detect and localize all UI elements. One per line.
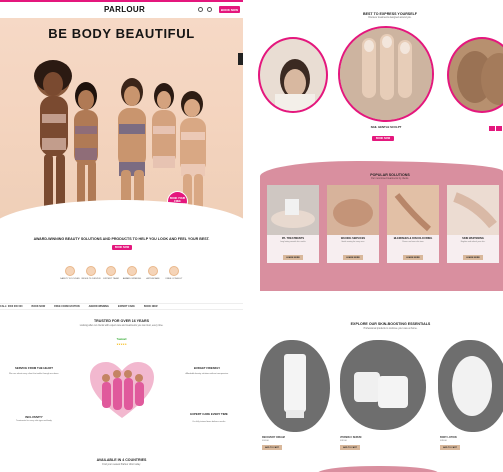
learn-more-button[interactable]: LEARN MORE: [343, 255, 363, 260]
product-image[interactable]: [340, 340, 426, 430]
site-header: PARLOUR BOOK NOW: [0, 2, 243, 18]
consult-icon: [169, 266, 179, 276]
solution-desc: Long lasting smooth skin results.: [279, 241, 307, 243]
safety-icon: [65, 266, 75, 276]
solution-desc: Clearer and even skin tone.: [402, 241, 424, 243]
ticker-item: FREE CONSULTATION: [54, 305, 80, 308]
book-now-button[interactable]: BOOK NOW: [219, 6, 240, 13]
carousel-prev-icon[interactable]: [489, 126, 495, 131]
feature-desc: Our fully trained team delivers results.: [192, 421, 226, 423]
product-name: RECOVERY CREAM: [262, 436, 285, 439]
icon-label: EXPERT TEAM: [103, 278, 119, 280]
solution-card[interactable]: IPL TREATMENTS Long lasting smooth skin …: [267, 185, 319, 263]
ipl-image: [267, 185, 319, 235]
solution-card[interactable]: SKIN WHITENING Brighten and refresh your…: [447, 185, 499, 263]
feature-title: BUDGET FRIENDLY: [193, 366, 221, 370]
waxing-image: [327, 185, 379, 235]
tagline-book-button[interactable]: BOOK NOW: [112, 245, 132, 250]
feature-title: SERVICE FROM THE HEART: [14, 366, 54, 370]
product-name: BODY LOTION: [440, 436, 457, 439]
ticker-item: CALL: 0000 000 000: [0, 305, 23, 308]
carousel-next-icon[interactable]: [496, 126, 502, 131]
feature-desc: We care about every client that walks th…: [9, 373, 59, 375]
available-subtitle: Find your nearest Parlour clinic today.: [102, 464, 141, 466]
feature-title: INCLUSIVITY: [25, 415, 43, 419]
care-icon: [148, 266, 158, 276]
team-heart-image: [90, 362, 154, 418]
results-icon: [86, 266, 96, 276]
hero-image: [34, 60, 206, 218]
hero-banner: BE BODY BEAUTIFUL BOOK YOUR FREE: [0, 18, 243, 220]
body-image-circle: [447, 37, 503, 113]
side-tab[interactable]: [238, 53, 243, 65]
award-icon: [127, 266, 137, 276]
page: PARLOUR BOOK NOW BE BODY BEAUTIFUL BOOK …: [0, 0, 503, 472]
icon-label: RESULTS DRIVEN: [81, 278, 101, 280]
solution-card[interactable]: WAXING SERVICES Gentle waxing for every …: [327, 185, 379, 263]
ticker-item: BOOK NOW: [143, 305, 158, 308]
ticker-item: AWARD WINNING: [88, 305, 109, 308]
expert-icon: [106, 266, 116, 276]
rating-provider: Treatwell: [116, 339, 127, 341]
solution-card[interactable]: BLEMISHES & DISCOLOURING Clearer and eve…: [387, 185, 439, 263]
tagline: AWARD-WINNING BEAUTY SOLUTIONS AND PRODU…: [33, 237, 210, 241]
blemish-image: [387, 185, 439, 235]
best-book-button[interactable]: BOOK NOW: [372, 136, 394, 141]
popular-title: POPULAR SOLUTIONS: [370, 173, 410, 177]
popular-subtitle: Our most loved treatments by clients.: [371, 178, 409, 180]
product-image[interactable]: [438, 340, 503, 432]
best-subtitle: Discover treatments designed around you.: [368, 17, 412, 19]
product-name: VITAMIN C SERUM: [340, 436, 362, 439]
essentials-subtitle: Professional products to continue your c…: [363, 328, 418, 330]
search-icon[interactable]: [198, 7, 203, 12]
product-image[interactable]: [260, 340, 330, 432]
nail-image-circle: [338, 26, 434, 122]
ticker-item: BOOK NOW: [31, 305, 46, 308]
trusted-subtitle: Looking after our clients with expert ca…: [79, 325, 164, 327]
feature-title: EXPERT CARE EVERY TIME: [190, 412, 228, 416]
learn-more-button[interactable]: LEARN MORE: [463, 255, 483, 260]
solution-desc: Brighten and refresh your skin.: [460, 241, 486, 243]
solution-title: WAXING SERVICES: [340, 237, 366, 240]
icon-label: AWARD WINNING: [122, 278, 142, 280]
icon-label: FREE CONSULT: [165, 278, 183, 280]
learn-more-button[interactable]: LEARN MORE: [403, 255, 423, 260]
product-price: £32.00: [340, 440, 347, 442]
essentials-title: EXPLORE OUR SKIN-BOOSTING ESSENTIALS: [350, 322, 431, 326]
trusted-title: TRUSTED FOR OVER 16 YEARS: [93, 319, 150, 323]
product-price: £28.00: [440, 440, 447, 442]
icon-label: SAFETY FOCUSED: [60, 278, 80, 280]
learn-more-button[interactable]: LEARN MORE: [283, 255, 303, 260]
available-title: AVAILABLE IN 4 COUNTRIES: [96, 458, 147, 462]
product-price: £24.00: [262, 440, 269, 442]
footer-wave: [318, 466, 438, 472]
logo[interactable]: PARLOUR: [104, 5, 145, 14]
icon-label: AFTERCARE: [146, 278, 160, 280]
solution-desc: Gentle waxing for every area.: [341, 241, 365, 243]
whitening-image: [447, 185, 499, 235]
solution-title: IPL TREATMENTS: [281, 237, 305, 240]
add-to-cart-button[interactable]: ADD TO CART: [340, 445, 360, 450]
solution-title: SKIN WHITENING: [462, 237, 484, 240]
best-item-title: NAIL GENTLE SCULPT: [370, 125, 402, 129]
rating-stars: ★★★★★: [116, 344, 127, 346]
add-to-cart-button[interactable]: ADD TO CART: [262, 445, 282, 450]
feature-desc: Affordable beauty solutions without comp…: [185, 373, 229, 375]
scrolling-ticker: CALL: 0000 000 000 BOOK NOW FREE CONSULT…: [0, 303, 243, 310]
ticker-item: EXPERT CARE: [117, 305, 135, 308]
stress-image-circle: [258, 37, 328, 113]
feature-desc: Treatments for every skin type and body.: [15, 420, 53, 422]
account-icon[interactable]: [207, 7, 212, 12]
solution-title: BLEMISHES & DISCOLOURING: [393, 237, 433, 240]
best-title: BEST TO EXPRESS YOURSELF: [363, 12, 417, 16]
add-to-cart-button[interactable]: ADD TO CART: [440, 445, 460, 450]
